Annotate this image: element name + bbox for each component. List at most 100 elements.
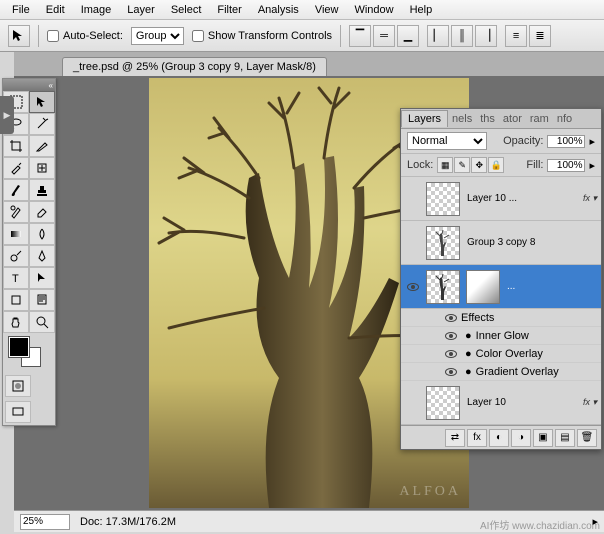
notes-tool[interactable]	[29, 289, 55, 311]
options-bar: Auto-Select: Group Show Transform Contro…	[0, 20, 604, 52]
layer-name[interactable]: Layer 10 ...	[463, 193, 583, 204]
document-tab[interactable]: _tree.psd @ 25% (Group 3 copy 9, Layer M…	[62, 57, 327, 76]
adjustment-layer-icon[interactable]: ◑	[511, 429, 531, 447]
menu-filter[interactable]: Filter	[209, 4, 249, 16]
foreground-swatch[interactable]	[9, 337, 29, 357]
opacity-label: Opacity:	[503, 135, 543, 147]
lock-all-icon[interactable]: 🔒	[488, 157, 504, 173]
layer-name[interactable]: Layer 10	[463, 397, 583, 408]
lock-pixels-icon[interactable]: ✎	[454, 157, 470, 173]
layer-row[interactable]: Layer 10 fx ▾	[401, 381, 601, 425]
quickmask-toggle[interactable]	[5, 375, 31, 397]
type-tool[interactable]: T	[3, 267, 29, 289]
zoom-input[interactable]	[20, 514, 70, 530]
gradient-tool[interactable]	[3, 223, 29, 245]
layer-name[interactable]: Group 3 copy 8	[463, 237, 599, 248]
layer-row-selected[interactable]: ...	[401, 265, 601, 309]
layer-style-icon[interactable]: fx	[467, 429, 487, 447]
dodge-tool[interactable]	[3, 245, 29, 267]
fill-value[interactable]: 100%	[547, 159, 585, 172]
fx-item-label: Color Overlay	[476, 348, 543, 360]
chevron-right-icon[interactable]: ▸	[589, 159, 595, 172]
tab-info[interactable]: nfo	[553, 113, 576, 125]
distribute-icon-2[interactable]: ≣	[529, 25, 551, 47]
layer-row[interactable]: Group 3 copy 8	[401, 221, 601, 265]
lock-transparency-icon[interactable]: ▦	[437, 157, 453, 173]
delete-layer-icon[interactable]: 🗑	[577, 429, 597, 447]
align-bottom-icon[interactable]: ▁	[397, 25, 419, 47]
panel-expand-tab[interactable]: ▶	[0, 96, 14, 134]
align-hcenter-icon[interactable]: ║	[451, 25, 473, 47]
new-group-icon[interactable]: ▣	[533, 429, 553, 447]
menu-layer[interactable]: Layer	[119, 4, 163, 16]
blur-tool[interactable]	[29, 223, 55, 245]
menu-view[interactable]: View	[307, 4, 347, 16]
fx-item-row[interactable]: ●Inner Glow	[401, 327, 601, 345]
menu-analysis[interactable]: Analysis	[250, 4, 307, 16]
brush-tool[interactable]	[3, 179, 29, 201]
menu-window[interactable]: Window	[346, 4, 401, 16]
history-brush-tool[interactable]	[3, 201, 29, 223]
layer-thumbnail[interactable]	[426, 226, 460, 260]
tab-layers[interactable]: Layers	[401, 110, 448, 127]
move-tool[interactable]	[29, 91, 55, 113]
wand-tool[interactable]	[29, 113, 55, 135]
color-swatches[interactable]	[3, 333, 55, 373]
healing-tool[interactable]	[29, 157, 55, 179]
layer-thumbnail[interactable]	[426, 386, 460, 420]
align-left-icon[interactable]: ▏	[427, 25, 449, 47]
auto-select-dropdown[interactable]: Group	[131, 27, 184, 45]
shape-tool[interactable]	[3, 289, 29, 311]
slice-tool[interactable]	[29, 135, 55, 157]
layer-thumbnail[interactable]	[426, 182, 460, 216]
blend-mode-dropdown[interactable]: Normal	[407, 132, 487, 150]
zoom-tool[interactable]	[29, 311, 55, 333]
eraser-tool[interactable]	[29, 201, 55, 223]
align-buttons: ▔ ═ ▁	[349, 25, 419, 47]
tab-history[interactable]: ator	[499, 113, 526, 125]
menu-image[interactable]: Image	[73, 4, 120, 16]
fx-item-row[interactable]: ●Gradient Overlay	[401, 363, 601, 381]
link-layers-icon[interactable]: ⇄	[445, 429, 465, 447]
layer-row[interactable]: Layer 10 ... fx ▾	[401, 177, 601, 221]
stamp-tool[interactable]	[29, 179, 55, 201]
eye-icon	[445, 350, 457, 358]
align-right-icon[interactable]: ▕	[475, 25, 497, 47]
menu-select[interactable]: Select	[163, 4, 210, 16]
crop-tool[interactable]	[3, 135, 29, 157]
eyedropper-tool[interactable]	[3, 157, 29, 179]
path-select-tool[interactable]	[29, 267, 55, 289]
move-tool-indicator[interactable]	[8, 25, 30, 47]
menu-edit[interactable]: Edit	[38, 4, 73, 16]
new-layer-icon[interactable]: ▤	[555, 429, 575, 447]
hand-tool[interactable]	[3, 311, 29, 333]
align-top-icon[interactable]: ▔	[349, 25, 371, 47]
align-buttons-h: ▏ ║ ▕	[427, 25, 497, 47]
align-vcenter-icon[interactable]: ═	[373, 25, 395, 47]
fx-badge[interactable]: fx ▾	[583, 397, 599, 408]
pen-tool[interactable]	[29, 245, 55, 267]
menu-help[interactable]: Help	[402, 4, 441, 16]
lock-position-icon[interactable]: ✥	[471, 157, 487, 173]
effects-label: Effects	[461, 312, 494, 324]
menu-file[interactable]: File	[4, 4, 38, 16]
distribute-buttons: ≡ ≣	[505, 25, 551, 47]
layer-mask-thumbnail[interactable]	[466, 270, 500, 304]
distribute-icon[interactable]: ≡	[505, 25, 527, 47]
show-transform-checkbox[interactable]: Show Transform Controls	[192, 30, 332, 42]
tab-paths[interactable]: ths	[476, 113, 499, 125]
fx-item-row[interactable]: ●Color Overlay	[401, 345, 601, 363]
layer-thumbnail[interactable]	[426, 270, 460, 304]
toolbox-header[interactable]: «	[3, 79, 55, 91]
layer-name[interactable]: ...	[503, 281, 599, 292]
fx-effects-row[interactable]: Effects	[401, 309, 601, 327]
tab-actions[interactable]: ram	[526, 113, 553, 125]
auto-select-checkbox[interactable]: Auto-Select:	[47, 30, 123, 42]
screenmode-button[interactable]	[5, 401, 31, 423]
visibility-toggle[interactable]	[403, 283, 423, 291]
tab-channels[interactable]: nels	[448, 113, 476, 125]
chevron-right-icon[interactable]: ▸	[589, 135, 595, 148]
fx-badge[interactable]: fx ▾	[583, 193, 599, 204]
opacity-value[interactable]: 100%	[547, 135, 585, 148]
layer-mask-icon[interactable]: ◐	[489, 429, 509, 447]
